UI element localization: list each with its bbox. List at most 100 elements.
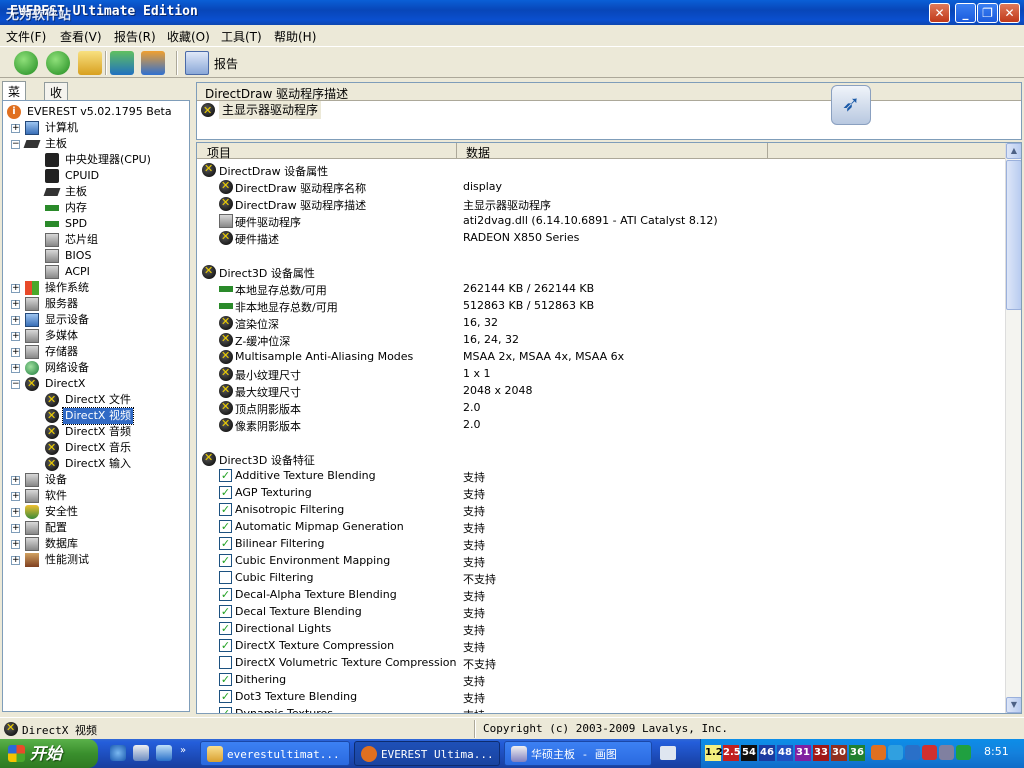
expand-icon[interactable]: +	[11, 524, 20, 533]
tree-item-config[interactable]: + 配置	[3, 520, 189, 536]
tab-menu[interactable]: 菜单	[2, 81, 27, 116]
table-row[interactable]: ✓ Cubic Environment Mapping 支持	[197, 553, 1005, 570]
tree-item-directx-input[interactable]: DirectX 输入	[3, 456, 189, 472]
task-everest[interactable]: EVEREST Ultima...	[354, 741, 500, 766]
refresh-icon[interactable]	[110, 51, 134, 75]
ie-icon[interactable]	[110, 745, 126, 761]
expand-icon[interactable]: +	[11, 364, 20, 373]
tray-monitor-value[interactable]: 2.5	[723, 745, 741, 761]
tree-item-directx-video[interactable]: DirectX 视频	[3, 407, 189, 425]
browser-icon[interactable]	[133, 745, 149, 761]
everest-tray-icon[interactable]	[871, 745, 886, 760]
table-row[interactable]: Cubic Filtering 不支持	[197, 570, 1005, 587]
menu-tools[interactable]: 工具(T)	[221, 28, 262, 45]
column-separator[interactable]	[456, 143, 457, 159]
expand-icon[interactable]: +	[11, 124, 20, 133]
expand-icon[interactable]: +	[11, 284, 20, 293]
table-row[interactable]: ✓ Automatic Mipmap Generation 支持	[197, 519, 1005, 536]
report-icon[interactable]	[185, 51, 209, 75]
expand-icon[interactable]: +	[11, 556, 20, 565]
tree-item-directx-files[interactable]: DirectX 文件	[3, 392, 189, 408]
table-row[interactable]: ✓ Anisotropic Filtering 支持	[197, 502, 1005, 519]
table-row[interactable]: ✓ Additive Texture Blending 支持	[197, 468, 1005, 485]
table-row[interactable]: 硬件驱动程序 ati2dvag.dll (6.14.10.6891 - ATI C…	[197, 213, 1005, 230]
tree-item-database[interactable]: + 数据库	[3, 536, 189, 552]
tree-item-acpi[interactable]: ACPI	[3, 264, 189, 280]
maximize-button[interactable]: ❐	[977, 3, 998, 23]
table-row[interactable]: Multisample Anti-Aliasing Modes MSAA 2x, …	[197, 349, 1005, 366]
column-data[interactable]: 数据	[466, 144, 490, 161]
table-row[interactable]: 最大纹理尺寸 2048 x 2048	[197, 383, 1005, 400]
menu-favorites[interactable]: 收藏(O)	[167, 28, 210, 45]
scroll-up-icon[interactable]: ▲	[1006, 143, 1021, 159]
task-folder[interactable]: everestultimat...	[200, 741, 350, 766]
table-row[interactable]: 最小纹理尺寸 1 x 1	[197, 366, 1005, 383]
clock[interactable]: 8:51	[984, 745, 1009, 758]
menu-file[interactable]: 文件(F)	[6, 28, 46, 45]
collapse-icon[interactable]: −	[11, 140, 20, 149]
expand-icon[interactable]: +	[11, 332, 20, 341]
title-bar[interactable]: 无为软件站 EVEREST Ultimate Edition ✕ _ ❐ ✕	[0, 0, 1024, 25]
table-row[interactable]: ✓ Decal Texture Blending 支持	[197, 604, 1005, 621]
quicklaunch-more-icon[interactable]: »	[180, 745, 186, 756]
table-row[interactable]: ✓ Directional Lights 支持	[197, 621, 1005, 638]
minimize-button[interactable]: _	[955, 3, 976, 23]
table-row[interactable]: ✓ AGP Texturing 支持	[197, 485, 1005, 502]
tree-item-directx-music[interactable]: DirectX 音乐	[3, 440, 189, 456]
table-row[interactable]: 渲染位深 16, 32	[197, 315, 1005, 332]
menu-help[interactable]: 帮助(H)	[274, 28, 316, 45]
tray-monitor-value[interactable]: 1.2	[705, 745, 723, 761]
tree-item-spd[interactable]: SPD	[3, 216, 189, 232]
table-row[interactable]: DirectDraw 驱动程序名称 display	[197, 179, 1005, 196]
column-separator[interactable]	[767, 143, 768, 159]
tree-item-devices[interactable]: + 设备	[3, 472, 189, 488]
tree-item-software[interactable]: + 软件	[3, 488, 189, 504]
back-arrow-icon[interactable]	[14, 51, 38, 75]
expand-icon[interactable]: +	[11, 508, 20, 517]
keyboard-icon[interactable]	[660, 746, 676, 760]
up-folder-icon[interactable]	[78, 51, 102, 75]
users-icon[interactable]	[141, 51, 165, 75]
report-button-label[interactable]: 报告	[214, 55, 238, 72]
tree-item-motherboard-detail[interactable]: 主板	[3, 184, 189, 200]
tree-item-server[interactable]: + 服务器	[3, 296, 189, 312]
tree-root[interactable]: i EVEREST v5.02.1795 Beta	[3, 104, 189, 120]
tree-item-multimedia[interactable]: + 多媒体	[3, 328, 189, 344]
tray-monitor-value[interactable]: 33	[813, 745, 829, 761]
menu-view[interactable]: 查看(V)	[60, 28, 102, 45]
tree-item-benchmark[interactable]: + 性能测试	[3, 552, 189, 568]
tree-item-motherboard[interactable]: − 主板	[3, 136, 189, 152]
tray-monitor-value[interactable]: 54	[741, 745, 757, 761]
tree-item-bios[interactable]: BIOS	[3, 248, 189, 264]
tree-item-directx[interactable]: − DirectX	[3, 376, 189, 392]
vertical-scrollbar[interactable]: ▲ ▼	[1005, 143, 1021, 713]
table-row[interactable]: 顶点阴影版本 2.0	[197, 400, 1005, 417]
table-row[interactable]: ✓ Bilinear Filtering 支持	[197, 536, 1005, 553]
expand-icon[interactable]: +	[11, 492, 20, 501]
network-tray-icon[interactable]	[888, 745, 903, 760]
forward-arrow-icon[interactable]	[46, 51, 70, 75]
table-row[interactable]: 非本地显存总数/可用 512863 KB / 512863 KB	[197, 298, 1005, 315]
tree-item-computer[interactable]: + 计算机	[3, 120, 189, 136]
table-row[interactable]: ✓ DirectX Texture Compression 支持	[197, 638, 1005, 655]
expand-icon[interactable]: +	[11, 316, 20, 325]
menu-report[interactable]: 报告(R)	[114, 28, 156, 45]
task-paint[interactable]: 华硕主板 - 画图	[504, 741, 652, 766]
tree-item-directx-audio[interactable]: DirectX 音频	[3, 424, 189, 440]
close-icon[interactable]: ✕	[929, 3, 950, 23]
tree-item-os[interactable]: + 操作系统	[3, 280, 189, 296]
tree-item-storage[interactable]: + 存储器	[3, 344, 189, 360]
start-button[interactable]: 开始	[0, 739, 98, 768]
tree-item-cpu[interactable]: 中央处理器(CPU)	[3, 152, 189, 168]
column-item[interactable]: 项目	[207, 144, 231, 161]
table-row[interactable]: 硬件描述 RADEON X850 Series	[197, 230, 1005, 247]
table-row[interactable]: DirectX Volumetric Texture Compression 不支…	[197, 655, 1005, 672]
security-tray-icon[interactable]	[922, 745, 937, 760]
tree-item-network[interactable]: + 网络设备	[3, 360, 189, 376]
tray-monitor-value[interactable]: 31	[795, 745, 811, 761]
table-row[interactable]: ✓Dynamic Textures 支持	[197, 706, 1005, 713]
tray-monitor-value[interactable]: 30	[831, 745, 847, 761]
shortcut-tray-icon[interactable]	[905, 745, 920, 760]
table-row[interactable]: 像素阴影版本 2.0	[197, 417, 1005, 434]
table-row[interactable]: ✓ Dithering 支持	[197, 672, 1005, 689]
